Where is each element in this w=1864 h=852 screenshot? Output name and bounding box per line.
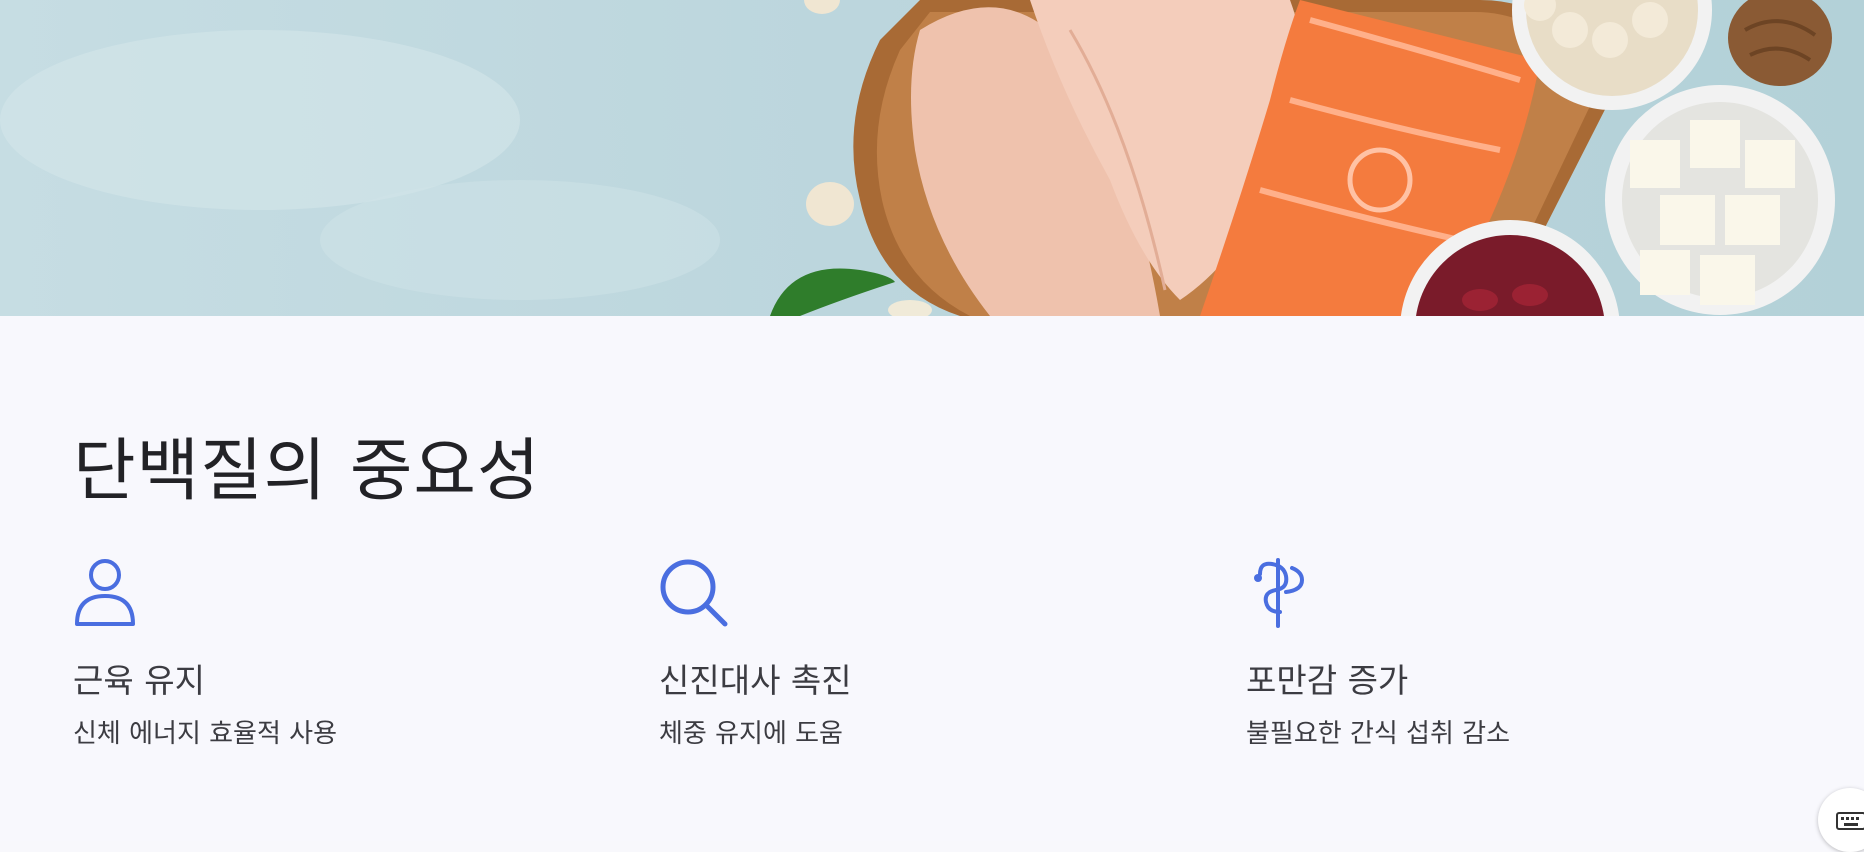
feature-description: 불필요한 간식 섭취 감소 (1246, 719, 1510, 749)
feature-title: 신진대사 촉진 (659, 661, 852, 700)
feature-muscle: 근육 유지 신체 에너지 효율적 사용 (73, 558, 553, 749)
hero-image (0, 0, 1864, 316)
protein-importance-section: 단백질의 중요성 근육 유지 신체 에너지 효율적 사용 신진대사 촉진 체중 … (0, 316, 1864, 841)
keyboard-icon (1836, 812, 1864, 830)
feature-title: 근육 유지 (73, 661, 205, 700)
protein-food-photo (0, 0, 1835, 316)
person-icon (75, 559, 135, 626)
feature-metabolism: 신진대사 촉진 체중 유지에 도움 (659, 558, 1139, 749)
caduceus-icon (1254, 558, 1305, 628)
feature-description: 체중 유지에 도움 (659, 719, 843, 749)
feature-satiety: 포만감 증가 불필요한 간식 섭취 감소 (1246, 558, 1726, 749)
feature-description: 신체 에너지 효율적 사용 (73, 719, 337, 749)
magnifier-icon (660, 559, 728, 627)
section-title: 단백질의 중요성 (73, 432, 541, 511)
feature-title: 포만감 증가 (1246, 661, 1409, 700)
